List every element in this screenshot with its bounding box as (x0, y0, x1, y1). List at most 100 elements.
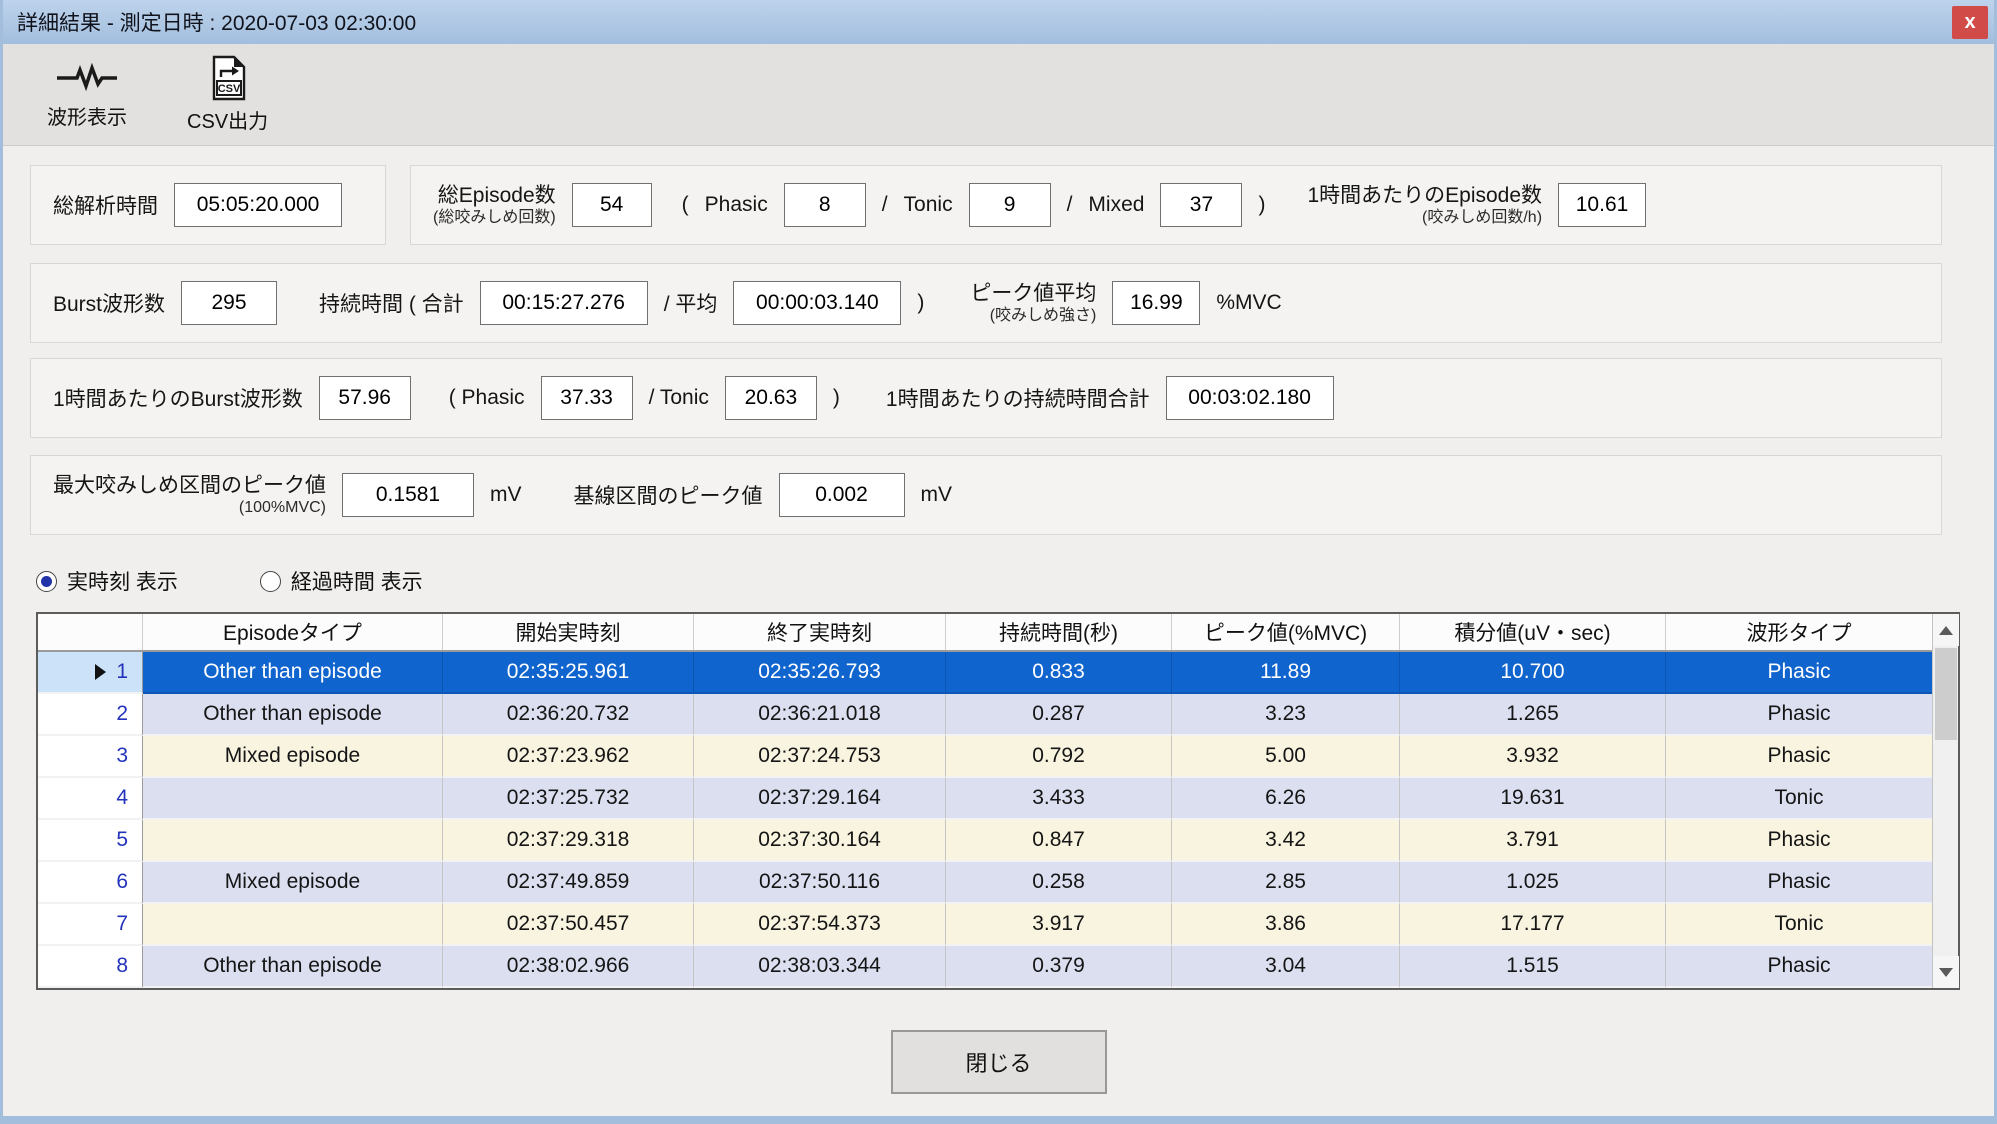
table-row[interactable]: 4 02:37:25.73202:37:29.1643.4336.2619.631… (38, 778, 1932, 820)
table-row[interactable]: 702:37:50.45702:37:54.3733.9173.8617.177… (38, 904, 1932, 946)
table-body: 1 Other than episode02:35:25.96102:35:26.… (38, 652, 1932, 988)
phasic-rate-label: ( Phasic (449, 386, 525, 410)
baseline-peak-value: 0.002 (779, 473, 905, 517)
cell-peak: 5.00 (1172, 736, 1400, 778)
header-wave-type: 波形タイプ (1666, 614, 1932, 650)
header-end-time: 終了実時刻 (694, 614, 946, 650)
tonic-count-value: 9 (969, 183, 1051, 227)
scrollbar-thumb[interactable] (1935, 648, 1957, 740)
radio-realtime-display[interactable]: 実時刻 表示 (36, 566, 178, 596)
cell-end-time: 02:37:30.164 (694, 820, 946, 862)
cell-integral: 19.631 (1400, 778, 1666, 820)
cell-end-time: 02:37:50.116 (694, 862, 946, 904)
total-analysis-value: 05:05:20.000 (174, 183, 342, 227)
paren-open: ( (682, 193, 689, 217)
cell-peak: 3.23 (1172, 694, 1400, 736)
burst-count-label: Burst波形数 (53, 288, 165, 318)
cell-start-time: 02:37:25.732 (443, 778, 694, 820)
cell-duration: 3.917 (946, 904, 1172, 946)
cell-end-time: 02:37:29.164 (694, 778, 946, 820)
row-marker-cell[interactable]: 1 (38, 652, 143, 694)
peak-avg-unit: %MVC (1216, 291, 1281, 315)
mixed-label: Mixed (1088, 193, 1144, 217)
radio-realtime-label: 実時刻 表示 (67, 566, 178, 596)
cell-start-time: 02:35:25.961 (443, 652, 694, 694)
cell-episode-type: Mixed episode (143, 736, 443, 778)
header-row-marker (38, 614, 143, 650)
phasic-count-value: 8 (784, 183, 866, 227)
row-marker-cell[interactable]: 5 (38, 820, 143, 862)
cell-duration: 0.258 (946, 862, 1172, 904)
peak-values-group: 最大咬みしめ区間のピーク値 (100%MVC) 0.1581 mV 基線区間のピ… (30, 455, 1942, 535)
cell-duration: 0.847 (946, 820, 1172, 862)
cell-end-time: 02:35:26.793 (694, 652, 946, 694)
cell-peak: 3.86 (1172, 904, 1400, 946)
table-row[interactable]: 2Other than episode02:36:20.73202:36:21.… (38, 694, 1932, 736)
row-marker-cell[interactable]: 2 (38, 694, 143, 736)
table-row[interactable]: 6Mixed episode02:37:49.85902:37:50.1160.… (38, 862, 1932, 904)
cell-peak: 2.85 (1172, 862, 1400, 904)
cell-peak: 3.42 (1172, 820, 1400, 862)
mixed-count-value: 37 (1160, 183, 1242, 227)
phasic-rate-value: 37.33 (541, 376, 633, 420)
episode-per-hour-value: 10.61 (1558, 183, 1646, 227)
burst-per-hour-label: 1時間あたりのBurst波形数 (53, 383, 303, 413)
cell-end-time: 02:37:24.753 (694, 736, 946, 778)
episode-count-label: 総Episode数 (総咬みしめ回数) (433, 183, 556, 227)
row-marker-cell[interactable]: 8 (38, 946, 143, 988)
peak-avg-label: ピーク値平均 (咬みしめ強さ) (970, 281, 1096, 325)
row-marker-cell[interactable]: 6 (38, 862, 143, 904)
row-marker-cell[interactable]: 7 (38, 904, 143, 946)
cell-episode-type: Mixed episode (143, 862, 443, 904)
cell-end-time: 02:38:03.344 (694, 946, 946, 988)
cell-peak: 6.26 (1172, 778, 1400, 820)
radio-elapsed-display[interactable]: 経過時間 表示 (260, 566, 423, 596)
tonic-label: Tonic (904, 193, 953, 217)
cell-start-time: 02:38:02.966 (443, 946, 694, 988)
radio-elapsed-icon (260, 571, 281, 592)
cell-integral: 17.177 (1400, 904, 1666, 946)
header-start-time: 開始実時刻 (443, 614, 694, 650)
burst-group: Burst波形数 295 持続時間 ( 合計 00:15:27.276 / 平均… (30, 263, 1942, 343)
scroll-up-button[interactable] (1933, 614, 1959, 646)
row-marker-cell[interactable]: 4 (38, 778, 143, 820)
csv-export-label: CSV出力 (187, 105, 268, 134)
table-row[interactable]: 1Other than episode02:35:25.96102:35:26.… (38, 652, 1932, 694)
duration-avg-label: / 平均 (664, 288, 718, 318)
cell-duration: 0.833 (946, 652, 1172, 694)
current-row-arrow-icon (95, 664, 106, 680)
row-number: 1 (116, 660, 128, 684)
peak-avg-value: 16.99 (1112, 281, 1200, 325)
vertical-scrollbar[interactable] (1932, 614, 1958, 988)
cell-start-time: 02:36:20.732 (443, 694, 694, 736)
duration-total-value: 00:15:27.276 (480, 281, 648, 325)
phasic-label: Phasic (705, 193, 768, 217)
table-row[interactable]: 3Mixed episode02:37:23.96202:37:24.7530.… (38, 736, 1932, 778)
cell-integral: 3.791 (1400, 820, 1666, 862)
row-marker-cell[interactable]: 3 (38, 736, 143, 778)
table-row[interactable]: 8Other than episode02:38:02.96602:38:03.… (38, 946, 1932, 988)
cell-duration: 3.433 (946, 778, 1172, 820)
close-dialog-button[interactable]: 閉じる (891, 1030, 1107, 1094)
duration-total-label: 持続時間 ( 合計 (319, 288, 464, 318)
row-number: 6 (116, 870, 128, 894)
cell-integral: 1.265 (1400, 694, 1666, 736)
scroll-up-icon (1939, 626, 1953, 635)
row-number: 8 (116, 954, 128, 978)
cell-wave-type: Tonic (1666, 778, 1932, 820)
row-number: 7 (116, 912, 128, 936)
csv-export-button[interactable]: CSV CSV出力 (177, 49, 278, 140)
cell-episode-type (143, 778, 443, 820)
episode-count-group: 総Episode数 (総咬みしめ回数) 54 ( Phasic 8 / Toni… (410, 165, 1942, 245)
waveform-display-button[interactable]: 波形表示 (37, 53, 137, 136)
burst-per-hour-value: 57.96 (319, 376, 411, 420)
scroll-down-button[interactable] (1933, 956, 1959, 988)
burst-per-hour-group: 1時間あたりのBurst波形数 57.96 ( Phasic 37.33 / T… (30, 358, 1942, 438)
max-clench-peak-label: 最大咬みしめ区間のピーク値 (100%MVC) (53, 473, 326, 517)
cell-wave-type: Phasic (1666, 694, 1932, 736)
window-close-button[interactable]: x (1952, 6, 1988, 39)
cell-episode-type: Other than episode (143, 694, 443, 736)
table-row[interactable]: 502:37:29.31802:37:30.1640.8473.423.791P… (38, 820, 1932, 862)
titlebar[interactable]: 詳細結果 - 測定日時 : 2020-07-03 02:30:00 x (3, 0, 1994, 44)
radio-realtime-icon (36, 571, 57, 592)
